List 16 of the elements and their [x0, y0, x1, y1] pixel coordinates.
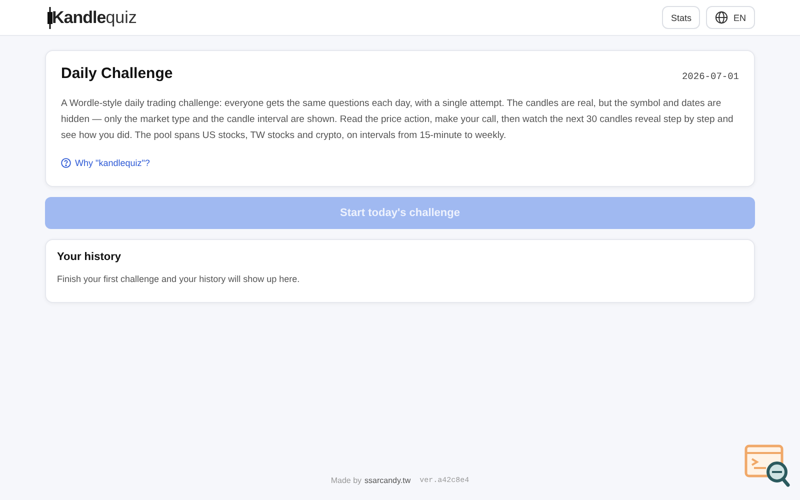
card-title: Daily Challenge	[61, 65, 173, 82]
history-message: Finish your first challenge and your history will show up here.	[57, 274, 301, 284]
language-button[interactable]: EN	[706, 6, 755, 29]
logo-text-suffix[interactable]: quiz	[106, 8, 137, 28]
candle-icon	[47, 6, 53, 28]
stats-button[interactable]: Stats	[662, 6, 700, 29]
why-link[interactable]: Why "kandlequiz"?	[61, 158, 150, 168]
search-window-icon[interactable]	[744, 444, 792, 488]
help-icon	[61, 158, 71, 168]
history-title: Your history	[57, 251, 122, 263]
challenge-description: A Wordle-style daily trading challenge: everyone gets the same questions each day, with a single attempt. The candles are real, but the symbol and dates are hidden — only the market type and the candle interval are shown. Read the price action, make your call, then watch the next 30 candles reveal step by step and see how you did. The pool spans US stocks, TW stocks and crypto, on intervals from 15-minute to weekly.	[61, 97, 734, 143]
author-link[interactable]: ssarcandy.tw	[364, 476, 411, 485]
challenge-date: 2026-07-01	[682, 71, 739, 82]
logo-text[interactable]: Kandle	[52, 8, 106, 28]
globe-icon	[715, 11, 728, 24]
footer-text: Made by	[330, 476, 362, 485]
